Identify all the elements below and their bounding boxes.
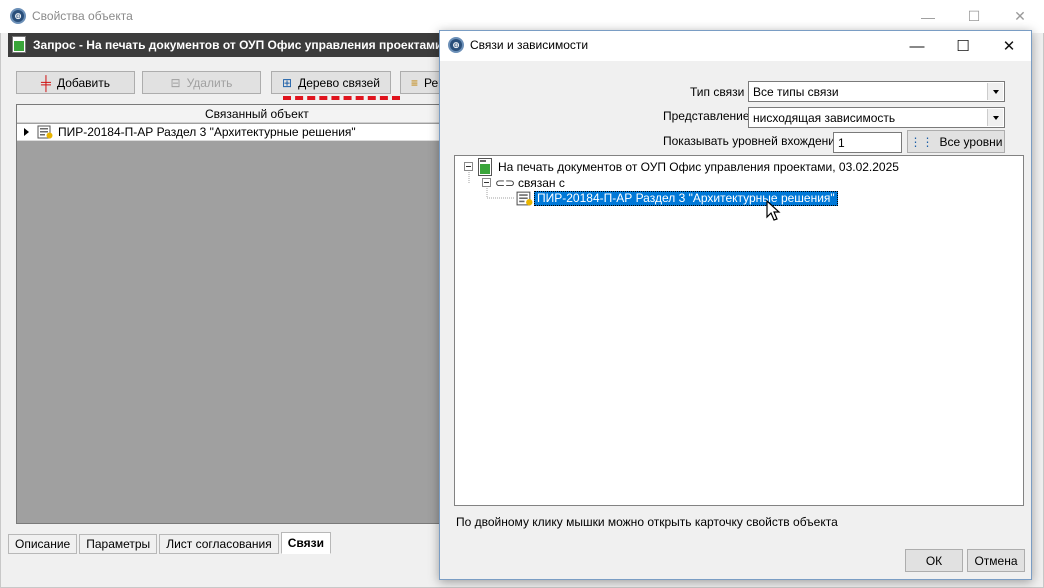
chain-link-icon: ⊂⊃ [495, 176, 516, 190]
add-icon: ╪ [41, 74, 51, 91]
dashed-highlight [283, 96, 400, 100]
tab-parameters[interactable]: Параметры [79, 534, 158, 554]
levels-input[interactable]: 1 [833, 132, 902, 153]
dialog-maximize-icon[interactable]: ☐ [940, 31, 986, 61]
delete-button[interactable]: ⊟ Удалить [142, 71, 261, 94]
tree-relation-node[interactable]: связан с [518, 176, 565, 190]
tab-approval-sheet[interactable]: Лист согласования [159, 534, 279, 554]
link-type-value: Все типы связи [753, 84, 839, 99]
link-type-select[interactable]: Все типы связи [748, 81, 1005, 102]
edit-button[interactable]: ≡ Ре [400, 71, 441, 94]
row-pointer-icon [24, 128, 29, 136]
edit-button-label: Ре [424, 75, 439, 90]
levels-icon: ⋮⋮ [909, 134, 934, 149]
properties-titlebar [0, 0, 1044, 33]
collapse-relation-icon[interactable] [482, 178, 491, 187]
hint-text: По двойному клику мышки можно открыть ка… [456, 515, 838, 529]
add-button[interactable]: ╪ Добавить [16, 71, 135, 94]
maximize-icon[interactable]: ☐ [951, 0, 997, 33]
close-icon[interactable]: ✕ [997, 0, 1043, 33]
column-header-linked-object[interactable]: Связанный объект [205, 107, 309, 121]
view-value: нисходящая зависимость [753, 110, 896, 125]
delete-icon: ⊟ [170, 75, 181, 90]
tree-child-node-selected[interactable]: ПИР-20184-П-АР Раздел 3 "Архитектурные р… [534, 191, 838, 206]
all-levels-label: Все уровни [939, 134, 1003, 149]
link-tree-button[interactable]: ⊞ Дерево связей [271, 71, 391, 94]
tab-links[interactable]: Связи [280, 532, 331, 554]
minimize-icon[interactable]: — [905, 0, 951, 33]
delete-button-label: Удалить [186, 75, 233, 90]
all-levels-button[interactable]: ⋮⋮ Все уровни [907, 130, 1005, 153]
dialog-minimize-icon[interactable]: — [894, 31, 940, 61]
tree-root-node[interactable]: На печать документов от ОУП Офис управле… [498, 160, 899, 174]
chevron-down-icon[interactable] [987, 83, 1003, 100]
dialog-close-icon[interactable]: ✕ [986, 31, 1032, 61]
properties-tabs: Описание Параметры Лист согласования Свя… [8, 532, 333, 554]
link-tree-button-label: Дерево связей [298, 75, 380, 90]
links-tree[interactable] [454, 155, 1024, 506]
linked-object-name[interactable]: ПИР-20184-П-АР Раздел 3 "Архитектурные р… [58, 125, 356, 139]
document-set-icon [37, 125, 53, 139]
view-select[interactable]: нисходящая зависимость [748, 107, 1005, 128]
cancel-button[interactable]: Отмена [967, 549, 1025, 572]
link-type-label: Тип связи [690, 85, 745, 99]
levels-label: Показывать уровней вхождения [663, 134, 842, 148]
mouse-cursor-icon [766, 200, 781, 221]
request-document-icon [478, 158, 492, 176]
window-title: Свойства объекта [32, 9, 133, 23]
document-set-icon [516, 191, 533, 206]
chevron-down-icon[interactable] [987, 109, 1003, 126]
dialog-app-icon: ⊕ [448, 37, 464, 53]
edit-icon: ≡ [411, 75, 419, 90]
document-icon [12, 36, 26, 53]
document-header-title: Запрос - На печать документов от ОУП Офи… [33, 38, 458, 52]
app-icon: ⊕ [10, 8, 26, 24]
linked-objects-grid [16, 104, 441, 524]
collapse-root-icon[interactable] [464, 162, 473, 171]
view-label: Представление [663, 109, 750, 123]
ok-button[interactable]: ОК [905, 549, 963, 572]
tab-description[interactable]: Описание [8, 534, 78, 554]
tree-icon: ⊞ [282, 75, 293, 90]
add-button-label: Добавить [56, 75, 110, 90]
dialog-title: Связи и зависимости [470, 38, 589, 52]
